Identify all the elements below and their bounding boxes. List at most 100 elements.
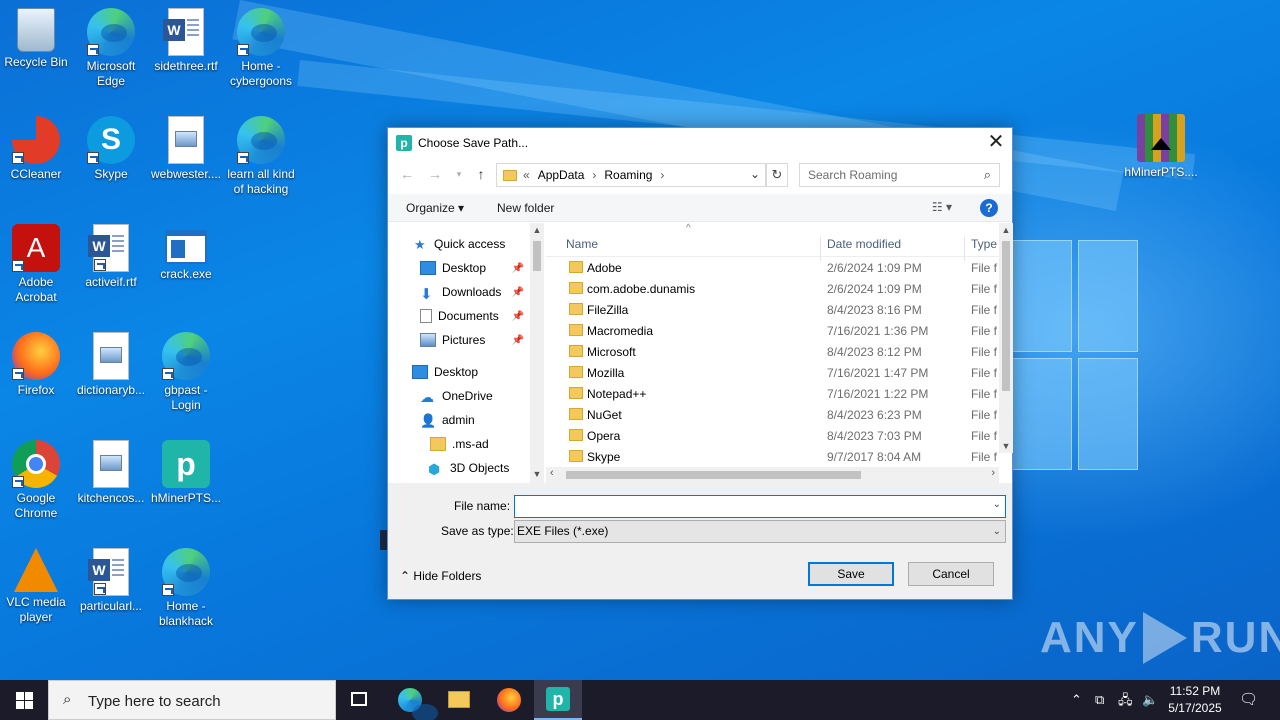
scroll-down-icon[interactable]: ▼ [999, 441, 1013, 451]
overflow-chevron[interactable]: « [523, 168, 530, 182]
pin-icon[interactable]: 📌 [512, 287, 524, 298]
hide-folders-button[interactable]: ⌃ Hide Folders [400, 569, 481, 583]
nav-ms-ad[interactable]: .ms-ad [430, 433, 489, 455]
volume-icon[interactable]: 🔈 [1142, 680, 1158, 720]
desktop-icon-vlc[interactable]: VLC media player [0, 544, 74, 625]
desktop-icon-activeif-rtf[interactable]: W activeif.rtf [73, 220, 149, 290]
new-folder-button[interactable]: New folder [497, 201, 554, 215]
nav-documents[interactable]: Documents 📌 [420, 305, 528, 327]
breadcrumb-roaming[interactable]: Roaming [604, 168, 652, 182]
scroll-left-icon[interactable]: ‹ [550, 467, 554, 479]
taskbar-file-explorer-button[interactable] [435, 680, 483, 720]
desktop-icon-firefox[interactable]: Firefox [0, 328, 74, 398]
chevron-down-icon[interactable]: ⌄ [750, 167, 760, 181]
file-name-input[interactable]: ⌄ [514, 495, 1006, 518]
taskbar-edge-button[interactable] [386, 680, 438, 720]
recent-locations-icon[interactable]: ▾ [450, 165, 468, 183]
breadcrumb-appdata[interactable]: AppData [538, 168, 585, 182]
nav-admin[interactable]: 👤 admin [420, 409, 475, 431]
nav-downloads[interactable]: ⬇ Downloads 📌 [420, 281, 528, 303]
file-row[interactable]: Adobe 2/6/2024 1:09 PM File f [546, 257, 999, 278]
desktop-icon-home-blankhack[interactable]: Home - blankhack [148, 544, 224, 629]
nav-desktop-pinned[interactable]: Desktop 📌 [420, 257, 528, 279]
desktop-icon-ccleaner[interactable]: CCleaner [0, 112, 74, 182]
command-bar: Organize ▾ New folder ☷ ▾ ? [388, 194, 1012, 222]
scroll-thumb[interactable] [1002, 241, 1010, 391]
wired-network-icon[interactable]: 🖧 [1118, 680, 1133, 720]
address-bar[interactable]: « AppData › Roaming › ⌄ [496, 163, 766, 187]
close-icon[interactable]: ✕ [980, 128, 1012, 158]
file-list-horizontal-scrollbar[interactable]: ‹ › [546, 467, 999, 483]
scroll-up-icon[interactable]: ▲ [999, 225, 1013, 235]
pin-icon[interactable]: 📌 [512, 263, 524, 274]
desktop-icon-kitchencos[interactable]: kitchencos... [73, 436, 149, 506]
nav-onedrive[interactable]: ☁ OneDrive [420, 385, 493, 407]
desktop-icon-hminerpts-archive[interactable]: hMinerPTS.... [1123, 110, 1199, 180]
desktop-icon-hminerpts[interactable]: p hMinerPTS... [148, 436, 224, 506]
desktop-icon-recycle-bin[interactable]: Recycle Bin [0, 4, 74, 70]
pin-icon[interactable]: 📌 [512, 311, 524, 322]
file-row[interactable]: FileZilla 8/4/2023 8:16 PM File f [546, 299, 999, 320]
desktop-icon-dictionaryb[interactable]: dictionaryb... [73, 328, 149, 398]
back-arrow-icon[interactable]: ← [398, 165, 416, 183]
dialog-titlebar[interactable]: p Choose Save Path... ✕ [388, 128, 1012, 158]
desktop-icon-microsoft-edge[interactable]: Microsoft Edge [73, 4, 149, 89]
desktop-icon-gbpast-login[interactable]: gbpast - Login [148, 328, 224, 413]
help-icon[interactable]: ? [980, 199, 998, 217]
desktop-icon-particularl[interactable]: W particularl... [73, 544, 149, 614]
nav-pictures[interactable]: Pictures 📌 [420, 329, 528, 351]
nav-3d-objects[interactable]: ⬢ 3D Objects [428, 457, 509, 479]
taskbar-hminer-button[interactable]: p [534, 680, 582, 720]
pin-icon[interactable]: 📌 [512, 335, 524, 346]
column-date-modified[interactable]: Date modified [827, 237, 901, 251]
notification-icon[interactable]: 🗨 [1239, 680, 1258, 720]
chevron-down-icon[interactable]: ⌄ [993, 499, 1001, 510]
refresh-icon[interactable]: ↻ [766, 163, 788, 187]
file-row[interactable]: Notepad++ 7/16/2021 1:22 PM File f [546, 383, 999, 404]
desktop-icon-crack-exe[interactable]: crack.exe [148, 220, 224, 282]
scroll-up-icon[interactable]: ▲ [530, 225, 544, 235]
save-button[interactable]: Save [808, 562, 894, 586]
nav-scrollbar[interactable]: ▲ ▼ [530, 223, 544, 483]
file-list-vertical-scrollbar[interactable]: ▲ ▼ [999, 223, 1013, 453]
scroll-thumb[interactable] [533, 241, 541, 271]
network-icon[interactable]: ⧉ [1095, 680, 1104, 720]
taskbar-firefox-button[interactable] [485, 680, 533, 720]
file-row[interactable]: Mozilla 7/16/2021 1:47 PM File f [546, 362, 999, 383]
chevron-right-icon[interactable]: › [660, 168, 664, 182]
nav-quick-access[interactable]: ★ Quick access [414, 233, 505, 255]
column-name[interactable]: Name [566, 237, 598, 251]
file-row[interactable]: com.adobe.dunamis 2/6/2024 1:09 PM File f [546, 278, 999, 299]
organize-button[interactable]: Organize ▾ [406, 201, 464, 215]
desktop-icon-home-cybergoons[interactable]: Home - cybergoons [223, 4, 299, 89]
nav-label: Pictures [442, 333, 486, 347]
scroll-right-icon[interactable]: › [991, 467, 995, 479]
file-row[interactable]: Macromedia 7/16/2021 1:36 PM File f [546, 320, 999, 341]
search-input[interactable]: Search Roaming ⌕ [799, 163, 1000, 187]
desktop-icon-learn-hacking[interactable]: learn all kind of hacking [223, 112, 299, 197]
taskbar-search-input[interactable]: ⌕ Type here to search [48, 680, 336, 720]
view-options-icon[interactable]: ☷ ▾ [932, 200, 952, 214]
scroll-down-icon[interactable]: ▼ [530, 469, 544, 479]
scroll-thumb[interactable] [566, 471, 861, 479]
desktop-icon-adobe-acrobat[interactable]: A Adobe Acrobat [0, 220, 74, 305]
file-row[interactable]: Skype 9/7/2017 8:04 AM File f [546, 446, 999, 467]
task-view-button[interactable] [336, 680, 384, 720]
column-type[interactable]: Type [971, 237, 997, 251]
desktop-icon-google-chrome[interactable]: Google Chrome [0, 436, 74, 521]
file-row[interactable]: Opera 8/4/2023 7:03 PM File f [546, 425, 999, 446]
chevron-right-icon[interactable]: › [592, 168, 596, 182]
forward-arrow-icon[interactable]: → [426, 165, 444, 183]
file-row[interactable]: NuGet 8/4/2023 6:23 PM File f [546, 404, 999, 425]
desktop-icon-sidethree-rtf[interactable]: W sidethree.rtf [148, 4, 224, 74]
save-as-type-select[interactable]: EXE Files (*.exe) ⌄ [514, 520, 1006, 543]
show-hidden-icons-chevron-up-icon[interactable]: ⌃ [1071, 680, 1082, 720]
up-arrow-icon[interactable]: ↑ [472, 165, 490, 183]
desktop-icon-skype[interactable]: S Skype [73, 112, 149, 182]
desktop-icon-webwester[interactable]: webwester.... [148, 112, 224, 182]
file-row[interactable]: Microsoft 8/4/2023 8:12 PM File f [546, 341, 999, 362]
cancel-button[interactable]: Cancel [908, 562, 994, 586]
start-button[interactable] [0, 680, 48, 720]
nav-desktop[interactable]: Desktop [412, 361, 478, 383]
taskbar-clock[interactable]: 11:52 PM 5/17/2025 [1160, 683, 1230, 717]
